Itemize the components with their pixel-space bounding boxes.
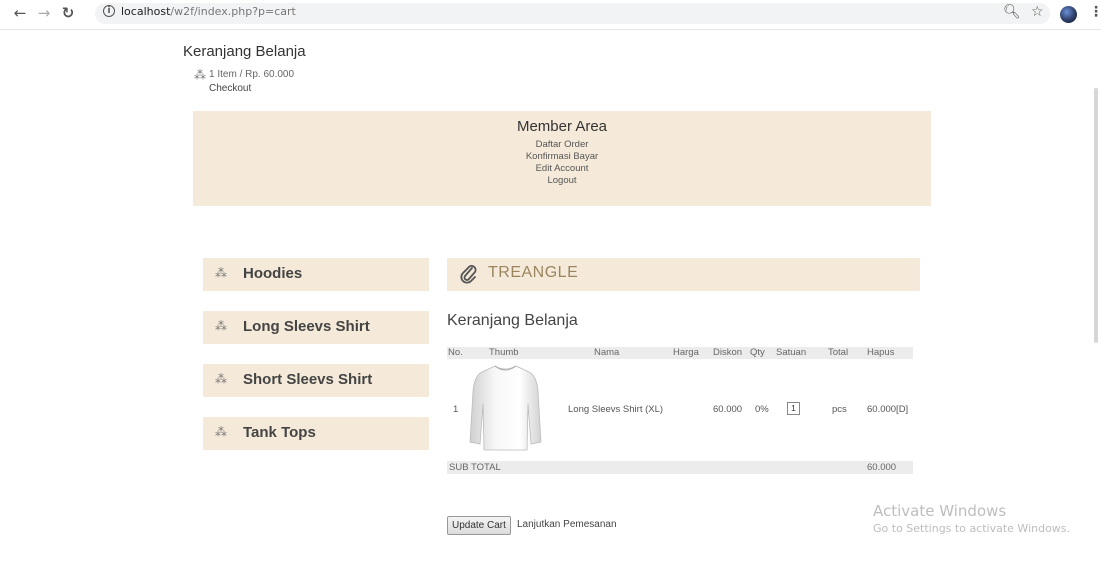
star-icon[interactable]: ☆ — [1031, 4, 1044, 20]
row-total-delete[interactable]: 60.000[D] — [867, 404, 908, 415]
info-icon[interactable]: i — [103, 5, 115, 17]
col-satuan: Satuan — [776, 347, 807, 358]
url-text[interactable]: localhost/w2f/index.php?p=cart — [121, 5, 296, 18]
row-name: Long Sleevs Shirt (XL) — [568, 404, 664, 415]
col-qty: Qty — [750, 347, 765, 358]
member-area-panel: Member Area Daftar Order Konfirmasi Baya… — [193, 111, 931, 206]
checkout-link[interactable]: Checkout — [209, 83, 251, 94]
member-area-title: Member Area — [516, 118, 608, 135]
spinner-icon: ⁂ — [215, 425, 227, 439]
category-label: Hoodies — [243, 265, 303, 282]
top-cart-title: Keranjang Belanja — [183, 43, 306, 60]
col-nama: Nama — [594, 347, 620, 358]
arrow-right-icon[interactable]: → — [34, 4, 54, 22]
category-label: Short Sleevs Shirt — [243, 371, 373, 388]
category-long-sleevs-shirt[interactable]: ⁂ Long Sleevs Shirt — [203, 311, 429, 344]
subtotal-value: 60.000 — [867, 462, 897, 473]
col-diskon: Diskon — [713, 347, 743, 358]
konfirmasi-bayar-link[interactable]: Konfirmasi Bayar — [193, 151, 931, 163]
qty-input[interactable]: 1 — [787, 402, 800, 415]
row-discount: 0% — [755, 404, 769, 415]
category-label: Long Sleevs Shirt — [243, 318, 370, 335]
category-tank-tops[interactable]: ⁂ Tank Tops — [203, 417, 429, 450]
category-short-sleevs-shirt[interactable]: ⁂ Short Sleevs Shirt — [203, 364, 429, 397]
logout-link[interactable]: Logout — [193, 175, 931, 187]
row-unit: pcs — [832, 404, 847, 415]
kebab-menu-icon[interactable]: ⋮ — [1089, 4, 1101, 20]
cart-summary: 1 Item / Rp. 60.000 — [209, 69, 295, 80]
activate-windows-title: Activate Windows — [873, 502, 1007, 520]
spinner-icon: ⁂ — [215, 372, 227, 386]
spinner-icon: ⁂ — [215, 266, 227, 280]
product-thumbnail[interactable] — [467, 362, 544, 455]
edit-account-link[interactable]: Edit Account — [193, 163, 931, 175]
category-hoodies[interactable]: ⁂ Hoodies — [203, 258, 429, 291]
url-path: /w2f/index.php?p=cart — [170, 5, 296, 18]
col-thumb: Thumb — [489, 347, 519, 358]
row-price: 60.000 — [713, 404, 743, 415]
col-harga: Harga — [673, 347, 699, 358]
category-label: Tank Tops — [243, 424, 316, 441]
subtotal-label: SUB TOTAL — [449, 462, 501, 473]
col-no: No. — [448, 347, 463, 358]
col-hapus: Hapus — [867, 347, 895, 358]
row-no: 1 — [453, 404, 459, 415]
continue-order-link[interactable]: Lanjutkan Pemesanan — [517, 519, 617, 530]
brand-name: TREANGLE — [488, 264, 579, 281]
spinner-icon: ⁂ — [215, 319, 227, 333]
avatar[interactable] — [1060, 6, 1077, 23]
update-cart-button[interactable]: Update Cart — [447, 516, 511, 535]
paperclip-icon — [460, 265, 477, 284]
activate-windows-subtitle: Go to Settings to activate Windows. — [873, 522, 1071, 535]
url-host: localhost — [121, 5, 171, 18]
cart-title: Keranjang Belanja — [447, 312, 578, 329]
daftar-order-link[interactable]: Daftar Order — [193, 139, 931, 151]
brand-bar: TREANGLE — [447, 258, 920, 291]
reload-icon[interactable]: ↻ — [58, 4, 78, 22]
page-scrollbar[interactable] — [1094, 88, 1098, 343]
col-total: Total — [828, 347, 849, 358]
spinner-icon: ⁂ — [194, 68, 206, 82]
arrow-left-icon[interactable]: ← — [10, 4, 30, 22]
subtotal-row: SUB TOTAL 60.000 — [447, 461, 913, 474]
zoom-icon[interactable]: 🔍︎ — [1003, 4, 1021, 20]
browser-toolbar: ← → ↻ i localhost/w2f/index.php?p=cart 🔍… — [0, 0, 1101, 30]
cart-table-header: No. Thumb Nama Harga Diskon Qty Satuan T… — [447, 347, 913, 359]
